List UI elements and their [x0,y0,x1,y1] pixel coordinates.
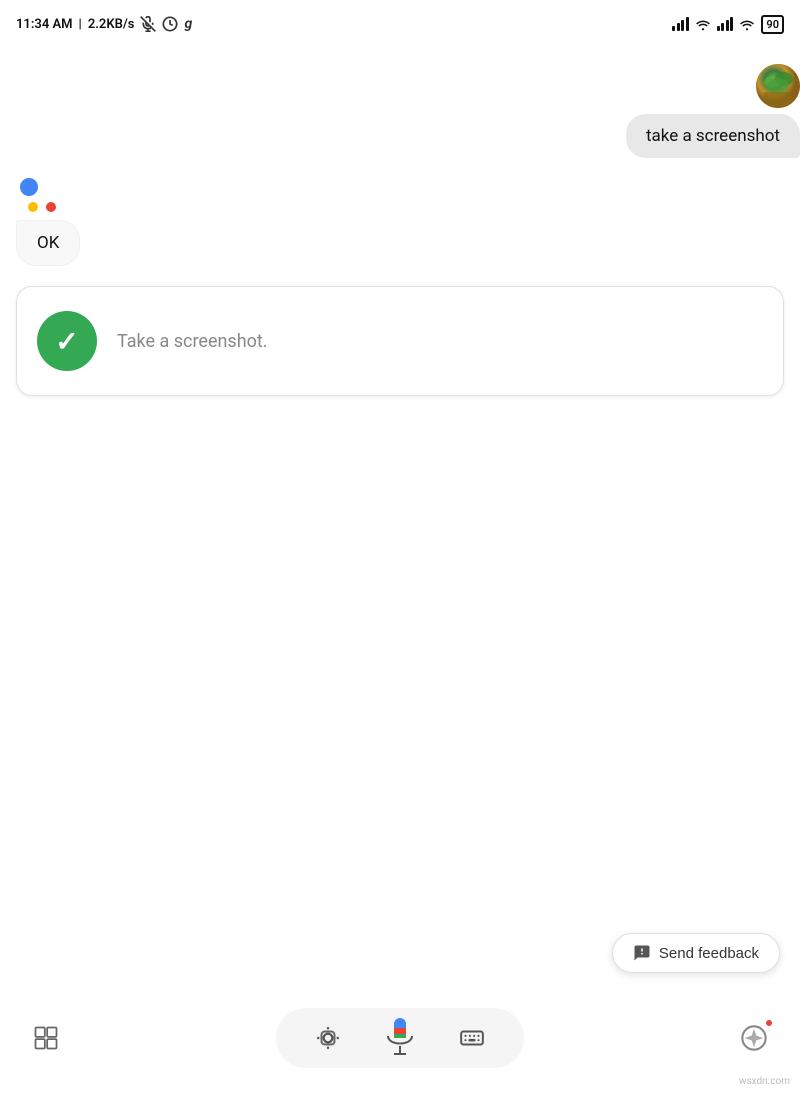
user-message-container: take a screenshot [0,64,800,158]
feedback-label: Send feedback [659,945,759,962]
lens-button[interactable] [306,1016,350,1060]
lens-icon [315,1025,341,1051]
mic-container [276,1008,524,1068]
wifi-icon-2 [738,17,756,31]
g-icon: g [184,16,192,32]
google-dots [20,178,56,214]
watermark: wsxdn.com [739,1076,790,1087]
dot-blue [20,178,38,196]
explore-button[interactable] [732,1016,776,1060]
assistant-message-text: OK [37,233,59,253]
signal-bars-2 [717,17,734,31]
signal-bars-1 [672,17,689,31]
explore-badge [764,1018,774,1028]
dot-red [46,202,56,212]
status-left: 11:34 AM | 2.2KB/s g [16,16,192,32]
feedback-icon [633,944,651,962]
menu-button[interactable] [24,1016,68,1060]
mute-icon [140,16,156,32]
clock-icon [162,16,178,32]
separator: | [79,17,82,32]
avatar-image [756,64,800,108]
checkmark-icon: ✓ [55,325,78,358]
status-right: 90 [672,15,784,34]
mic-button[interactable] [374,1012,426,1064]
send-feedback-button[interactable]: Send feedback [612,933,780,973]
keyboard-button[interactable] [450,1016,494,1060]
user-message-text: take a screenshot [646,126,780,146]
mic-icon [382,1016,418,1060]
explore-icon [740,1024,768,1052]
network-speed: 2.2KB/s [88,17,135,32]
battery-indicator: 90 [761,15,784,34]
user-avatar [756,64,800,108]
user-message-bubble: take a screenshot [626,114,800,158]
bottom-toolbar [0,993,800,1093]
dot-yellow [28,202,38,212]
wifi-icon [694,17,712,31]
check-circle: ✓ [37,311,97,371]
keyboard-icon [459,1025,485,1051]
status-bar: 11:34 AM | 2.2KB/s g [0,0,800,44]
time-display: 11:34 AM [16,17,73,32]
menu-icon [32,1024,60,1052]
action-card: ✓ Take a screenshot. [16,286,784,396]
google-assistant-logo [20,178,56,214]
assistant-message-bubble: OK [16,220,80,266]
assistant-container: OK [0,178,800,266]
action-card-text: Take a screenshot. [117,331,268,352]
